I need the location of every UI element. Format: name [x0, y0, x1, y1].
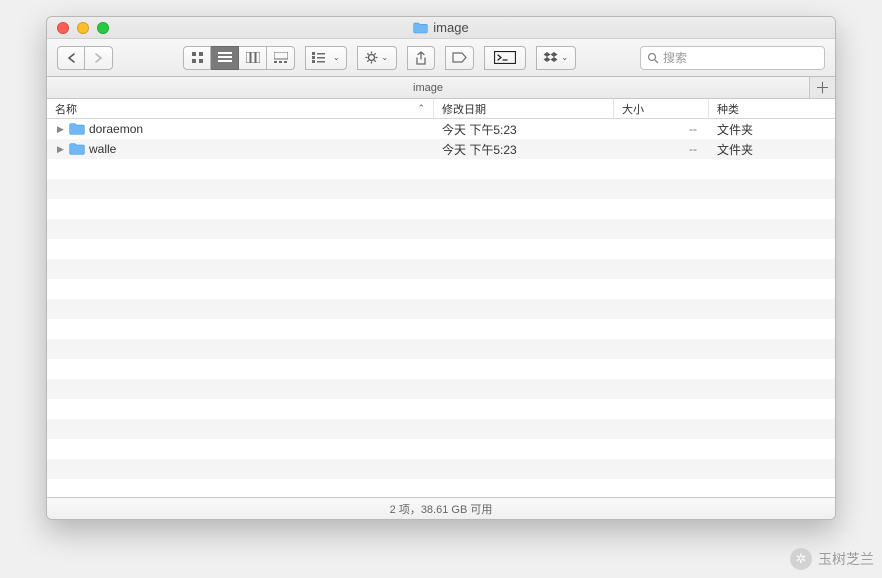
dropbox-icon [543, 52, 558, 64]
action-button-group: ⌄ [357, 46, 397, 70]
folder-icon [69, 143, 85, 155]
folder-icon [69, 123, 85, 135]
sort-ascending-icon: ⌃ [417, 103, 425, 114]
terminal-icon [494, 51, 516, 64]
file-date: 今天 下午5:23 [434, 141, 614, 158]
column-header-date[interactable]: 修改日期 [434, 99, 614, 118]
empty-row [47, 199, 835, 219]
file-list: ▶ doraemon 今天 下午5:23--文件夹 ▶ walle 今天 下午5:23--… [47, 119, 835, 497]
dropbox-button-group: ⌄ [536, 46, 576, 70]
empty-row [47, 419, 835, 439]
empty-row [47, 239, 835, 259]
file-size: -- [614, 122, 709, 136]
finder-window: image ⌄ ⌄ ⌄ [46, 16, 836, 520]
empty-row [47, 339, 835, 359]
nav-buttons [57, 46, 113, 70]
terminal-button[interactable] [484, 46, 526, 70]
forward-button[interactable] [85, 46, 113, 70]
empty-row [47, 359, 835, 379]
back-button[interactable] [57, 46, 85, 70]
empty-row [47, 459, 835, 479]
table-row[interactable]: ▶ doraemon 今天 下午5:23--文件夹 [47, 119, 835, 139]
title-bar[interactable]: image [47, 17, 835, 39]
empty-row [47, 279, 835, 299]
tab-bar: image ＋ [47, 77, 835, 99]
share-icon [415, 51, 427, 65]
column-headers: 名称⌃ 修改日期 大小 种类 [47, 99, 835, 119]
search-icon [647, 52, 659, 64]
watermark: ✲ 玉树芝兰 [790, 548, 874, 570]
empty-row [47, 439, 835, 459]
search-field[interactable] [640, 46, 825, 70]
gear-icon [365, 51, 378, 64]
empty-row [47, 319, 835, 339]
file-kind: 文件夹 [709, 121, 835, 138]
table-row[interactable]: ▶ walle 今天 下午5:23--文件夹 [47, 139, 835, 159]
minimize-icon[interactable] [77, 22, 89, 34]
empty-row [47, 259, 835, 279]
group-by-button[interactable]: ⌄ [305, 46, 347, 70]
zoom-icon[interactable] [97, 22, 109, 34]
gallery-view-button[interactable] [267, 46, 295, 70]
icon-view-button[interactable] [183, 46, 211, 70]
file-size: -- [614, 142, 709, 156]
file-name: doraemon [89, 122, 143, 136]
action-button[interactable]: ⌄ [357, 46, 397, 70]
empty-row [47, 299, 835, 319]
tags-button-group [445, 46, 474, 70]
list-view-button[interactable] [211, 46, 239, 70]
terminal-button-group [484, 46, 526, 70]
share-button[interactable] [407, 46, 435, 70]
empty-row [47, 399, 835, 419]
dropbox-button[interactable]: ⌄ [536, 46, 576, 70]
empty-row [47, 179, 835, 199]
file-date: 今天 下午5:23 [434, 121, 614, 138]
empty-row [47, 219, 835, 239]
column-header-size[interactable]: 大小 [614, 99, 709, 118]
empty-row [47, 379, 835, 399]
status-bar: 2 项，38.61 GB 可用 [47, 497, 835, 519]
new-tab-button[interactable]: ＋ [809, 77, 835, 98]
traffic-lights [57, 22, 109, 34]
tab-title[interactable]: image [47, 82, 809, 94]
tag-icon [452, 52, 467, 63]
empty-row [47, 159, 835, 179]
toolbar: ⌄ ⌄ ⌄ [47, 39, 835, 77]
column-view-button[interactable] [239, 46, 267, 70]
wechat-icon: ✲ [790, 548, 812, 570]
window-title: image [47, 20, 835, 35]
group-by-button-group: ⌄ [305, 46, 347, 70]
search-input[interactable] [663, 51, 818, 65]
folder-icon [413, 22, 428, 34]
close-icon[interactable] [57, 22, 69, 34]
disclosure-triangle-icon[interactable]: ▶ [57, 124, 65, 135]
file-name: walle [89, 142, 116, 156]
column-header-name[interactable]: 名称⌃ [47, 99, 434, 118]
view-mode-buttons [183, 46, 295, 70]
column-header-kind[interactable]: 种类 [709, 99, 835, 118]
tags-button[interactable] [445, 46, 474, 70]
share-button-group [407, 46, 435, 70]
file-kind: 文件夹 [709, 141, 835, 158]
disclosure-triangle-icon[interactable]: ▶ [57, 144, 65, 155]
